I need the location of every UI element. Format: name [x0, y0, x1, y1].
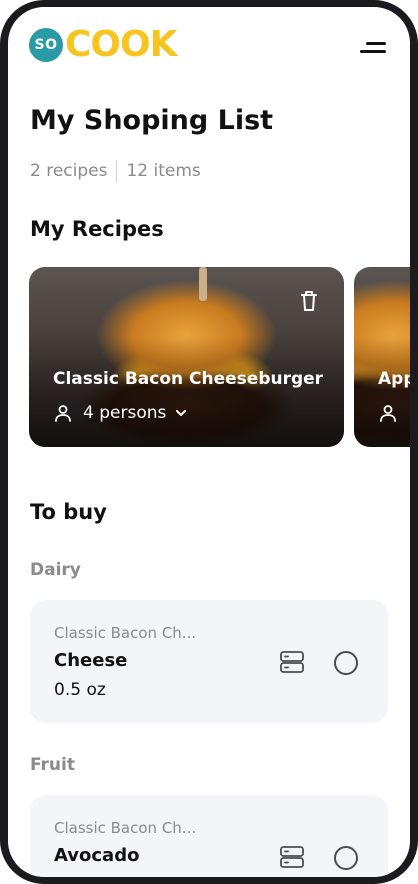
- phone-frame: SO COOK My Shoping List 2 recipes 12 ite…: [0, 0, 418, 884]
- checkbox-circle-icon[interactable]: [334, 651, 358, 675]
- persons-label: 4 persons: [83, 403, 167, 423]
- to-buy-section-title: To buy: [30, 500, 107, 524]
- logo-badge: SO: [29, 28, 63, 62]
- recipe-name: App: [378, 369, 410, 389]
- checkbox-circle-icon[interactable]: [334, 846, 358, 870]
- recipes-section-title: My Recipes: [30, 217, 164, 241]
- page-title: My Shoping List: [30, 105, 274, 136]
- storage-button[interactable]: [278, 648, 306, 676]
- item-name: Avocado: [54, 845, 140, 866]
- burger-skewer: [199, 267, 207, 301]
- card-shade: [354, 337, 410, 447]
- menu-button[interactable]: [356, 39, 390, 59]
- item-recipe: Classic Bacon Ch...: [54, 624, 197, 642]
- user-icon: [55, 405, 71, 422]
- item-name: Cheese: [54, 650, 128, 671]
- card-shade: [29, 337, 344, 447]
- category-title: Fruit: [30, 755, 75, 775]
- storage-icon: [280, 846, 304, 868]
- summary-divider: [116, 160, 118, 182]
- menu-icon: [366, 42, 386, 45]
- recipe-card[interactable]: App: [354, 267, 410, 447]
- shopping-item[interactable]: Classic Bacon Ch... Cheese 0.5 oz: [30, 600, 388, 723]
- persons-selector[interactable]: [378, 403, 408, 423]
- list-summary: 2 recipes 12 items: [30, 160, 201, 182]
- phone-screen: SO COOK My Shoping List 2 recipes 12 ite…: [8, 7, 410, 877]
- menu-icon-line: [360, 50, 386, 53]
- persons-selector[interactable]: 4 persons: [53, 403, 188, 423]
- storage-icon: [280, 651, 304, 673]
- chevron-down-icon: [176, 410, 187, 416]
- user-icon: [380, 405, 396, 422]
- app-logo: SO COOK: [29, 24, 178, 65]
- recipe-name: Classic Bacon Cheeseburger: [53, 369, 324, 389]
- trash-icon: [301, 291, 317, 311]
- recipes-count: 2 recipes: [30, 161, 108, 181]
- items-count: 12 items: [126, 161, 201, 181]
- category-title: Dairy: [30, 560, 81, 580]
- recipe-card[interactable]: Classic Bacon Cheeseburger 4 persons: [29, 267, 344, 447]
- delete-recipe-button[interactable]: [295, 287, 323, 315]
- item-recipe: Classic Bacon Ch...: [54, 819, 197, 837]
- logo-word: COOK: [65, 24, 178, 65]
- storage-button[interactable]: [278, 843, 306, 871]
- shopping-item[interactable]: Classic Bacon Ch... Avocado: [30, 795, 388, 877]
- item-quantity: 0.5 oz: [54, 680, 106, 700]
